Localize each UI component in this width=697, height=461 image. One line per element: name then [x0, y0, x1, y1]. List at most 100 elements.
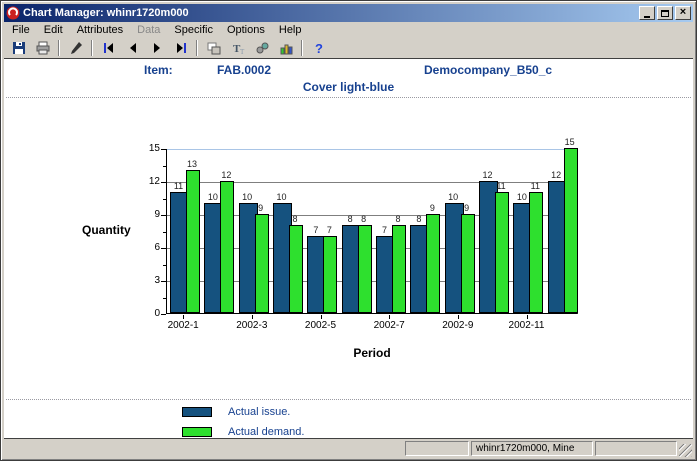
last-record-icon — [173, 40, 189, 56]
arrow-left-icon — [125, 40, 141, 56]
bar-chart-icon — [278, 40, 294, 56]
menu-specific[interactable]: Specific — [167, 23, 220, 37]
edit-button[interactable] — [64, 39, 87, 58]
bar-demand-2002-3[interactable] — [255, 214, 269, 313]
bar-value-label: 8 — [388, 214, 408, 224]
minimize-icon — [644, 16, 650, 18]
bar-demand-2002-7[interactable] — [392, 225, 406, 313]
next-record-button[interactable] — [145, 39, 168, 58]
pencil-icon — [68, 40, 84, 56]
legend-swatch — [182, 427, 212, 437]
text-attributes-button[interactable]: T T — [226, 39, 249, 58]
y-axis-title: Quantity — [82, 223, 131, 237]
x-tick — [389, 315, 390, 319]
overlapping-windows-icon — [206, 40, 222, 56]
bar-value-label: 13 — [182, 159, 202, 169]
bar-demand-2002-2[interactable] — [220, 181, 234, 313]
print-button[interactable] — [31, 39, 54, 58]
point-attributes-button[interactable] — [250, 39, 273, 58]
header-separator — [6, 97, 691, 98]
x-tick-label: 2002-5 — [296, 320, 346, 331]
x-tick — [527, 315, 528, 319]
maximize-button[interactable] — [657, 6, 673, 20]
bar-demand-2002-8[interactable] — [426, 214, 440, 313]
item-label: Item: — [144, 63, 173, 77]
chart-canvas: Item: FAB.0002 Democompany_B50_c Cover l… — [4, 58, 693, 439]
x-tick-label: 2002-3 — [227, 320, 277, 331]
close-button[interactable]: × — [675, 6, 691, 20]
y-minor-tick — [163, 265, 166, 266]
item-value: FAB.0002 — [217, 63, 271, 77]
svg-text:T: T — [240, 48, 245, 56]
y-tick-label: 6 — [138, 242, 160, 253]
y-minor-tick — [163, 166, 166, 167]
bar-value-label: 10 — [443, 192, 463, 202]
bar-demand-2002-5[interactable] — [323, 236, 337, 313]
status-panel-1 — [405, 441, 469, 456]
legend-swatch — [182, 407, 212, 417]
y-tick-label: 3 — [138, 275, 160, 286]
bar-value-label: 9 — [251, 203, 271, 213]
x-tick-label: 2002-1 — [158, 320, 208, 331]
y-tick-label: 9 — [138, 209, 160, 220]
question-mark-icon: ? — [311, 40, 327, 56]
bar-demand-2002-11[interactable] — [529, 192, 543, 313]
gridline-15 — [167, 149, 577, 150]
help-button[interactable]: ? — [307, 39, 330, 58]
window-title: Chart Manager: whinr1720m000 — [23, 7, 639, 19]
menu-edit[interactable]: Edit — [37, 23, 70, 37]
x-axis-title: Period — [166, 346, 578, 360]
first-record-button[interactable] — [97, 39, 120, 58]
window-layout-button[interactable] — [202, 39, 225, 58]
chart-title: Cover light-blue — [4, 80, 693, 94]
legend-label: Actual demand. — [228, 426, 304, 438]
resize-grip[interactable] — [679, 444, 692, 457]
toolbar-separator — [301, 40, 303, 56]
last-record-button[interactable] — [169, 39, 192, 58]
y-minor-tick — [163, 298, 166, 299]
status-panel-2: whinr1720m000, Mine — [471, 441, 593, 456]
y-major-tick — [161, 182, 166, 183]
minimize-button[interactable] — [639, 6, 655, 20]
menu-attributes[interactable]: Attributes — [70, 23, 130, 37]
previous-record-button[interactable] — [121, 39, 144, 58]
floppy-icon — [11, 40, 27, 56]
status-panel-3 — [595, 441, 677, 456]
bar-demand-2002-4[interactable] — [289, 225, 303, 313]
toolbar-separator — [91, 40, 93, 56]
menu-file[interactable]: File — [5, 23, 37, 37]
legend-label: Actual issue. — [228, 406, 290, 418]
text-icon: T T — [230, 40, 246, 56]
bar-value-label: 12 — [478, 170, 498, 180]
menu-help[interactable]: Help — [272, 23, 309, 37]
y-major-tick — [161, 314, 166, 315]
bar-demand-2002-1[interactable] — [186, 170, 200, 313]
save-button[interactable] — [7, 39, 30, 58]
menu-data: Data — [130, 23, 167, 37]
toolbar-separator — [196, 40, 198, 56]
bar-demand-2002-12[interactable] — [564, 148, 578, 313]
legend-separator — [6, 399, 691, 400]
toolbar: T T ? — [4, 38, 693, 58]
chart-manager-window: Chart Manager: whinr1720m000 × FileEditA… — [0, 0, 697, 461]
x-tick-label: 2002-7 — [364, 320, 414, 331]
menu-options[interactable]: Options — [220, 23, 272, 37]
y-major-tick — [161, 248, 166, 249]
x-tick-label: 2002-11 — [502, 320, 552, 331]
bar-attributes-button[interactable] — [274, 39, 297, 58]
menu-bar: FileEditAttributesDataSpecificOptionsHel… — [4, 22, 693, 38]
bar-value-label: 9 — [422, 203, 442, 213]
bar-value-label: 8 — [354, 214, 374, 224]
x-tick — [458, 315, 459, 319]
y-major-tick — [161, 281, 166, 282]
maximize-icon — [661, 10, 669, 17]
title-bar[interactable]: Chart Manager: whinr1720m000 × — [4, 4, 693, 22]
bar-demand-2002-6[interactable] — [358, 225, 372, 313]
bar-value-label: 10 — [237, 192, 257, 202]
y-tick-label: 0 — [138, 308, 160, 319]
y-major-tick — [161, 215, 166, 216]
bar-demand-2002-9[interactable] — [461, 214, 475, 313]
x-tick — [321, 315, 322, 319]
y-minor-tick — [163, 199, 166, 200]
bar-demand-2002-10[interactable] — [495, 192, 509, 313]
